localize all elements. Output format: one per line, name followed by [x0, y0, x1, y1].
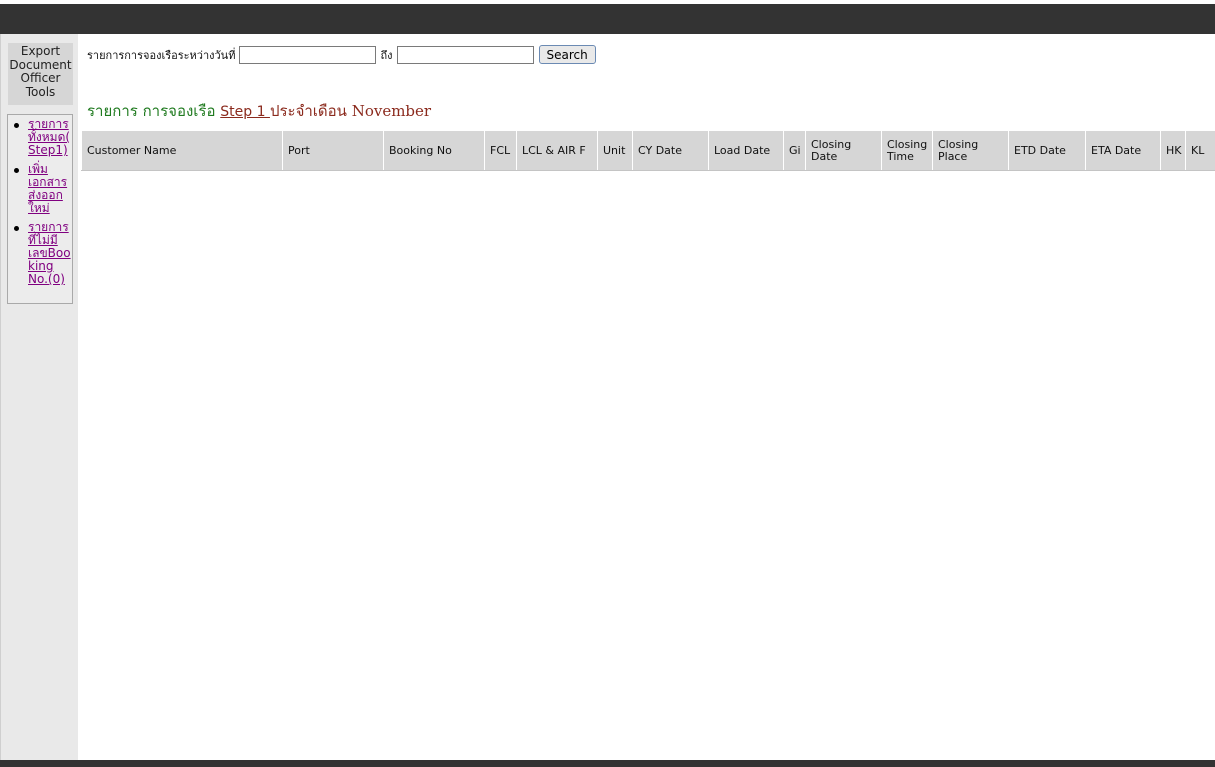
sidebar-link-all-step1[interactable]: รายการทั้งหมด(Step1): [28, 117, 70, 157]
column-header-port[interactable]: Port: [282, 130, 384, 171]
date-from-input[interactable]: [239, 45, 377, 64]
column-header-closing-date[interactable]: Closing Date: [805, 130, 882, 171]
step1-link[interactable]: Step 1: [220, 104, 270, 120]
page-title: รายการ การจองเรือ Step 1 ประจำเดือน Nove…: [87, 99, 431, 123]
tools-title: Export Document Officer Tools: [8, 43, 73, 105]
column-header-unit[interactable]: Unit: [597, 130, 633, 171]
search-to-label: ถึง: [380, 48, 393, 62]
left-sidebar: Export Document Officer Tools รายการทั้ง…: [0, 34, 78, 760]
date-search-form: รายการการจองเรือระหว่างวันที่ ถึง Search: [87, 45, 596, 64]
column-header-hk[interactable]: HK: [1160, 130, 1186, 171]
sidebar-link-no-booking-number[interactable]: รายการที่ไม่มีเลขBooking No.(0): [28, 220, 71, 286]
sidebar-item-add: เพิ่มเอกสารส่งออกใหม่: [11, 163, 72, 215]
column-header-eta-date[interactable]: ETA Date: [1085, 130, 1161, 171]
sidebar-nav: รายการทั้งหมด(Step1) เพิ่มเอกสารส่งออกให…: [7, 114, 73, 304]
page-title-prefix: รายการ การจองเรือ: [87, 102, 216, 120]
bookings-table: Customer Name Port Booking No FCL LCL & …: [81, 130, 1215, 171]
column-header-kl[interactable]: KL: [1185, 130, 1215, 171]
column-header-closing-place[interactable]: Closing Place: [932, 130, 1009, 171]
main-content: รายการการจองเรือระหว่างวันที่ ถึง Search…: [78, 34, 1215, 760]
date-to-input[interactable]: [396, 45, 534, 64]
column-header-cy-date[interactable]: CY Date: [632, 130, 709, 171]
search-button[interactable]: Search: [538, 45, 596, 64]
column-header-closing-time[interactable]: Closing Time: [881, 130, 933, 171]
sidebar-item-no-booking: รายการที่ไม่มีเลขBooking No.(0): [11, 221, 72, 286]
column-header-load-date[interactable]: Load Date: [708, 130, 784, 171]
column-header-lcl-air[interactable]: LCL & AIR F: [516, 130, 598, 171]
column-header-gi[interactable]: Gi: [783, 130, 806, 171]
top-header-bar: [0, 0, 1215, 34]
column-header-fcl[interactable]: FCL: [484, 130, 517, 171]
page-title-suffix: ประจำเดือน November: [269, 102, 432, 120]
sidebar-link-add-new-document[interactable]: เพิ่มเอกสารส่งออกใหม่: [28, 162, 67, 215]
bottom-footer-bar: [0, 760, 1215, 767]
column-header-booking-no[interactable]: Booking No: [383, 130, 485, 171]
table-header-row: Customer Name Port Booking No FCL LCL & …: [81, 130, 1215, 171]
sidebar-item-all: รายการทั้งหมด(Step1): [11, 118, 72, 157]
column-header-customer-name[interactable]: Customer Name: [81, 130, 283, 171]
column-header-etd-date[interactable]: ETD Date: [1008, 130, 1086, 171]
search-date-label: รายการการจองเรือระหว่างวันที่: [87, 48, 236, 62]
